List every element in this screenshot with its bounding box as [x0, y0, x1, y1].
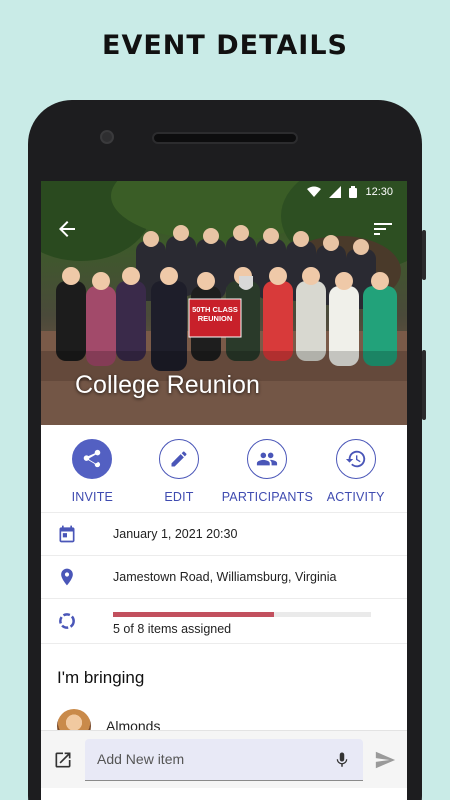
participants-circle: [247, 439, 288, 479]
sort-menu-button[interactable]: [371, 217, 395, 241]
participants-button[interactable]: PARTICIPANTS: [221, 439, 313, 512]
event-location: Jamestown Road, Williamsburg, Virginia: [113, 570, 337, 584]
participants-label: PARTICIPANTS: [221, 490, 313, 504]
activity-label: ACTIVITY: [326, 490, 385, 504]
action-bar: INVITE EDIT PARTICIPANTS ACTIVITY: [41, 425, 407, 513]
edit-label: EDIT: [164, 490, 194, 504]
invite-circle: [72, 439, 113, 479]
invite-label: INVITE: [71, 490, 114, 504]
share-icon: [84, 449, 101, 468]
promo-title: EVENT DETAILS: [102, 30, 348, 61]
history-icon: [345, 450, 365, 468]
photo-banner-text: 50TH CLASS REUNION: [192, 305, 238, 323]
send-button[interactable]: [374, 749, 396, 771]
location-row[interactable]: Jamestown Road, Williamsburg, Virginia: [41, 556, 407, 599]
status-time: 12:30: [365, 186, 393, 198]
items-progress-row[interactable]: 5 of 8 items assigned: [41, 599, 407, 644]
invite-button[interactable]: INVITE: [49, 439, 136, 512]
cell-signal-icon: [329, 186, 342, 198]
voice-input-button[interactable]: [333, 750, 351, 770]
microphone-icon: [336, 752, 348, 767]
arrow-back-icon: [59, 221, 75, 237]
power-button: [422, 350, 426, 420]
calendar-icon: [59, 525, 75, 543]
earpiece-speaker: [152, 132, 298, 144]
event-hero-photo: 50TH CLASS REUNION 12:30 College Reunion: [41, 181, 407, 425]
progress-ring-icon: [59, 613, 75, 629]
composer-bar: [41, 730, 407, 788]
battery-icon: [349, 186, 358, 198]
send-icon: [375, 751, 396, 769]
sort-icon: [374, 223, 392, 235]
app-screen: 50TH CLASS REUNION 12:30 College Reunion: [41, 181, 407, 800]
progress-bar: [113, 612, 371, 617]
edit-circle: [159, 439, 199, 479]
edit-button[interactable]: EDIT: [136, 439, 223, 512]
status-bar: 12:30: [41, 181, 407, 203]
open-in-new-icon: [55, 752, 71, 768]
back-button[interactable]: [55, 217, 79, 241]
front-camera: [100, 130, 114, 144]
date-row[interactable]: January 1, 2021 20:30: [41, 513, 407, 556]
event-date: January 1, 2021 20:30: [113, 527, 238, 541]
progress-text: 5 of 8 items assigned: [113, 622, 232, 636]
open-external-button[interactable]: [53, 750, 73, 770]
activity-button[interactable]: ACTIVITY: [312, 439, 399, 512]
new-item-input[interactable]: [97, 739, 327, 779]
wifi-icon: [307, 186, 322, 197]
activity-circle: [335, 439, 376, 479]
progress-bar-fill: [113, 612, 275, 617]
pencil-icon: [171, 451, 187, 467]
volume-button: [422, 230, 426, 280]
people-icon: [257, 452, 278, 466]
section-title-bringing: I'm bringing: [57, 668, 145, 687]
event-title: College Reunion: [75, 371, 260, 399]
new-item-field: [85, 739, 363, 781]
location-pin-icon: [61, 568, 73, 586]
